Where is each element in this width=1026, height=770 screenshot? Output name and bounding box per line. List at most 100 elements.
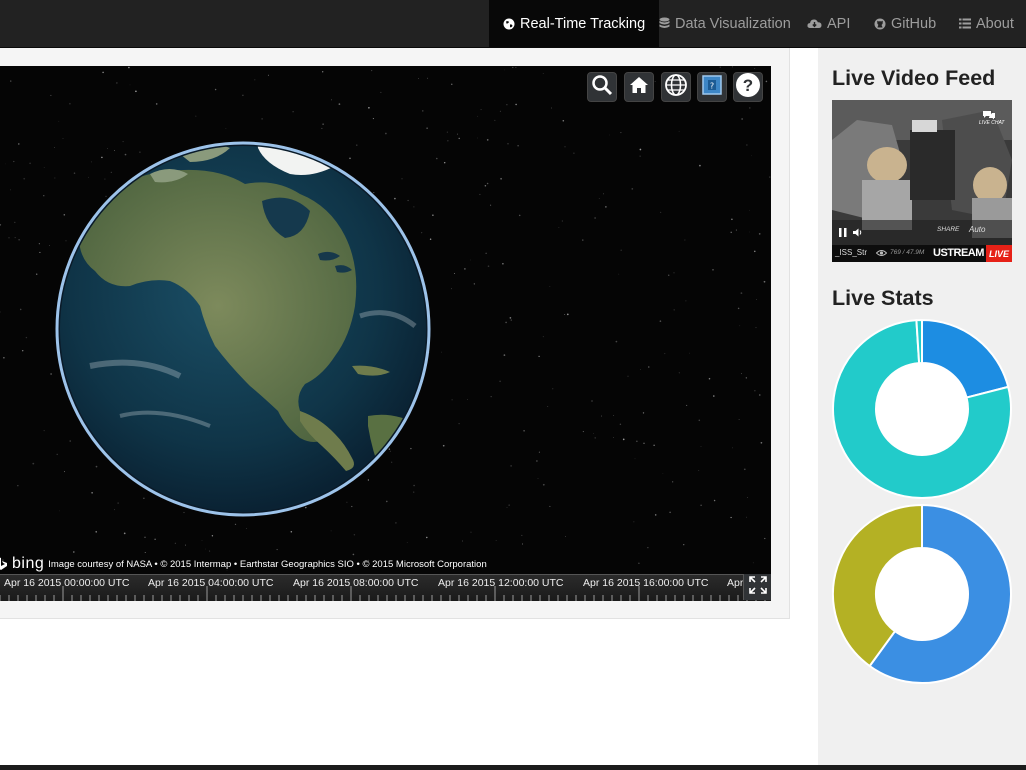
star [749,209,751,211]
star [504,69,505,71]
star [95,531,97,533]
star [209,550,211,552]
nav-api[interactable]: API [807,0,850,47]
star [747,497,748,498]
star [59,510,60,512]
fullscreen-button[interactable] [743,574,771,600]
eye-icon [875,249,888,259]
star [487,265,490,267]
star [499,110,501,112]
star [600,415,602,417]
nav-github[interactable]: GitHub [874,0,936,47]
star [321,127,323,129]
page-footer-bar [0,765,1026,770]
home-button[interactable] [624,72,654,102]
star [17,485,19,487]
star [56,453,58,456]
globe-scene[interactable] [0,66,771,601]
star [458,422,460,425]
search-button[interactable] [587,72,617,102]
nav-real-time-tracking[interactable]: Real-Time Tracking [489,0,660,47]
star [698,470,700,471]
star [745,377,747,379]
star [385,132,387,135]
live-video-player[interactable]: SHARE Auto LIVE CHAT _ISS_Str 769 / 47.9… [832,100,1012,262]
star [486,139,489,141]
scene-mode-icon: ? [700,73,724,102]
star [62,138,64,139]
star [668,274,670,276]
star [743,468,746,471]
share-button[interactable]: SHARE [937,226,959,233]
base-layer-picker-button[interactable]: ? [697,72,727,102]
pause-icon[interactable] [839,224,847,242]
nav-data-visualization[interactable]: Data Visualization [659,0,791,47]
star [518,214,521,217]
star [10,189,11,191]
volume-icon[interactable] [853,224,863,242]
star [0,311,1,313]
star [246,528,247,529]
star [484,184,487,187]
nav-label: API [827,15,851,32]
live-chat-label[interactable]: LIVE CHAT [979,120,1004,126]
nav-about[interactable]: About [959,0,1014,47]
star [594,437,596,439]
star [305,506,307,509]
star [154,538,156,540]
star [698,419,701,422]
star [143,497,145,499]
star [549,286,551,288]
star [122,141,124,143]
channel-name[interactable]: _ISS_Str [835,248,867,257]
star [48,245,50,247]
timeline[interactable]: Apr 16 2015 00:00:00 UTC Apr 16 2015 04:… [0,574,771,601]
star [542,483,545,486]
star [63,214,66,216]
scene-mode-button[interactable] [661,72,691,102]
quality-selector[interactable]: Auto [969,225,985,234]
star [510,319,512,321]
ustream-logo[interactable]: USTREAM [933,247,984,259]
star [391,461,393,463]
star [10,80,12,82]
star [389,450,391,452]
star [746,144,748,146]
home-icon [628,74,650,101]
live-stats-donut-chart-2 [832,504,1012,684]
star [627,375,629,377]
star [205,548,206,550]
star [683,544,685,546]
star [615,340,618,343]
star [18,143,20,145]
globe-viewer[interactable]: ? ? bing Image courtesy of NASA • © 2015… [0,66,771,601]
imagery-credit: bing Image courtesy of NASA • © 2015 Int… [0,555,487,573]
star [413,484,415,487]
star [35,273,38,275]
star [486,182,489,185]
star [456,133,458,135]
live-stats-heading: Live Stats [832,286,934,310]
star [485,252,487,254]
star [65,240,67,242]
star [678,372,680,374]
star [69,102,71,105]
credit-text[interactable]: Image courtesy of NASA • © 2015 Intermap… [48,559,486,570]
star [756,298,757,300]
star [542,336,544,338]
star [195,115,197,117]
star [480,109,482,111]
bing-logo-text: bing [12,555,45,572]
star [598,198,600,199]
help-button[interactable]: ? [733,72,763,102]
svg-text:?: ? [743,76,753,95]
star [669,511,671,514]
nav-label: Real-Time Tracking [520,15,646,32]
star [19,308,22,311]
star [755,327,757,329]
star [426,536,428,539]
live-badge: LIVE [986,245,1012,262]
star [458,137,460,140]
star [225,128,227,129]
star [594,217,596,219]
